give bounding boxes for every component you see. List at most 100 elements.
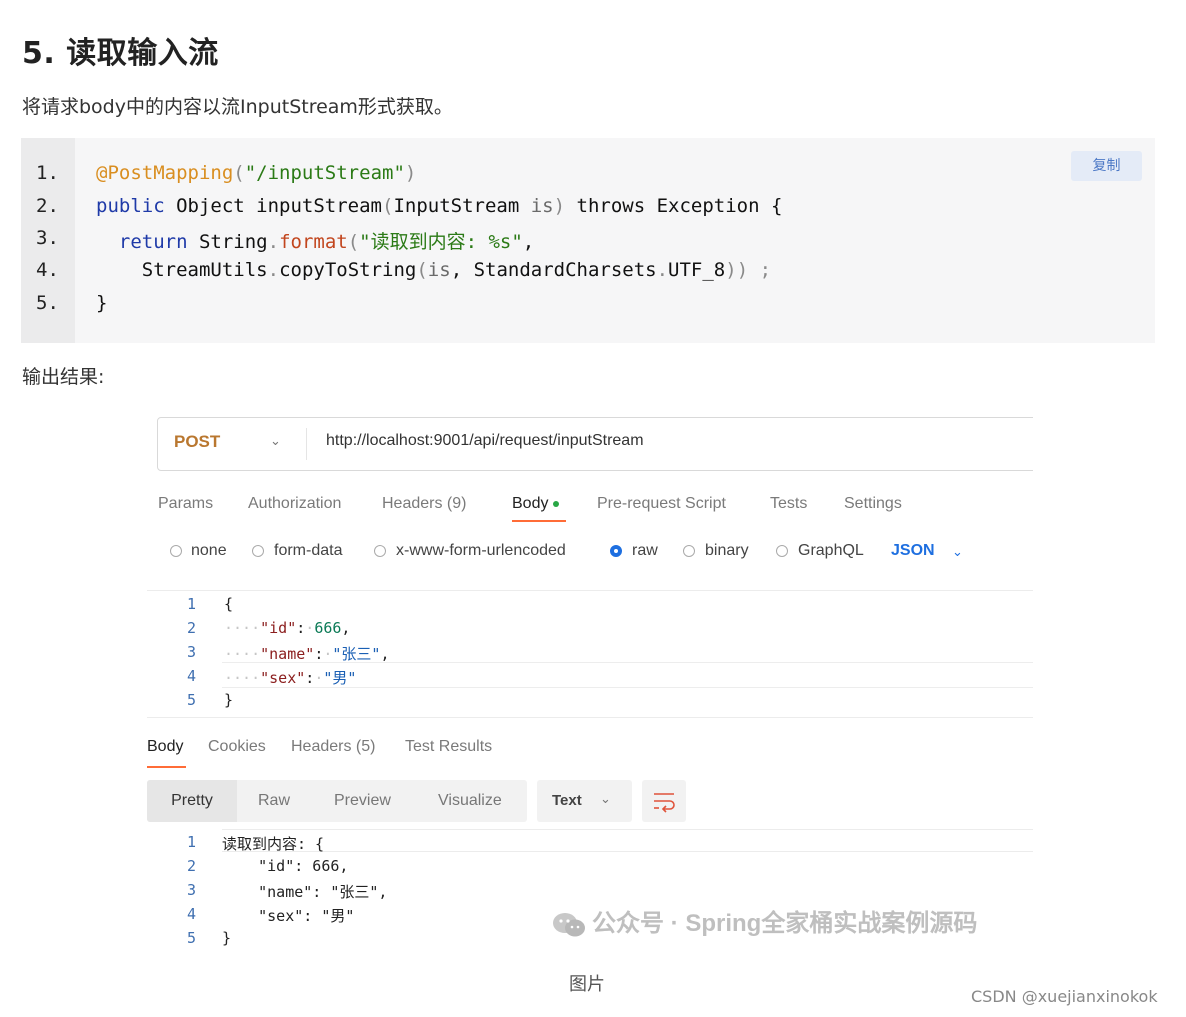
view-pretty-button[interactable]: Pretty [147,780,237,822]
wrap-lines-icon [654,793,675,813]
request-body-editor[interactable]: 1 2 3 4 5 { ····"id":·666, ····"name":·"… [147,590,1033,718]
response-line: 读取到内容: { [222,835,325,853]
radio-label: GraphQL [798,542,864,559]
code-line: public Object inputStream(InputStream is… [96,195,782,217]
response-line: "id": 666, [222,857,349,875]
http-method-select[interactable]: POST [174,432,220,452]
radio-raw[interactable] [610,545,622,557]
divider [306,428,307,460]
code-text: Object inputStream [164,195,382,217]
radio-label: form-data [274,542,343,559]
code-param: is [427,259,451,281]
chevron-down-icon[interactable]: ⌄ [270,433,281,449]
radio-form-data[interactable] [252,545,264,557]
tab-body-label: Body [512,495,549,512]
editor-line-number: 4 [187,667,197,685]
json-value: 666 [314,619,342,637]
radio-label: binary [705,542,749,559]
radio-x-www-form-urlencoded[interactable] [374,545,386,557]
url-bar: POST ⌄ http://localhost:9001/api/request… [157,417,1033,471]
json-key: "id" [260,619,297,637]
response-line-number: 3 [187,881,197,899]
code-text: throws Exception { [565,195,783,217]
json-comma: , [380,645,390,663]
code-text: StreamUtils [141,259,268,281]
response-line: } [222,929,232,947]
radio-label: x-www-form-urlencoded [396,542,566,559]
radio-none[interactable] [170,545,182,557]
json-colon: : [296,619,306,637]
wrap-lines-button[interactable] [642,780,686,822]
json-key: "name" [260,645,315,663]
code-keyword: return [118,231,188,253]
code-punct: . [267,231,280,253]
chevron-down-icon[interactable]: ⌄ [952,544,963,560]
editor-line: { [224,595,233,613]
csdn-credit: CSDN @xuejianxinokok [971,987,1158,1006]
code-punct: ( [381,195,394,217]
json-comma: , [341,619,351,637]
tab-params[interactable]: Params [158,495,213,513]
editor-line: ····"name":·"张三", [224,645,390,663]
response-line-number: 5 [187,929,197,947]
code-annotation: @PostMapping [96,162,234,184]
code-punct: ) [404,162,417,184]
view-raw-button[interactable]: Raw [258,780,290,822]
response-tab-body[interactable]: Body [147,738,183,756]
tab-pre-request-script[interactable]: Pre-request Script [597,495,726,513]
code-param: is [530,195,554,217]
json-value: "张三" [332,645,381,663]
radio-binary[interactable] [683,545,695,557]
code-string: "/inputStream" [244,162,405,184]
code-text: UTF_8 [668,259,726,281]
response-line: "sex": "男" [222,907,355,925]
code-punct: ( [233,162,245,184]
code-line-number: 5. [36,292,59,314]
response-tab-cookies[interactable]: Cookies [208,738,266,756]
format-select[interactable]: JSON [891,542,935,560]
view-visualize-button[interactable]: Visualize [438,780,502,822]
wechat-icon [553,912,585,937]
json-colon: : [305,669,315,687]
url-input[interactable]: http://localhost:9001/api/request/inputS… [326,432,644,450]
radio-graphql[interactable] [776,545,788,557]
code-line-number: 3. [36,227,59,249]
tab-body[interactable]: Body [512,495,560,513]
tab-authorization[interactable]: Authorization [248,495,341,513]
code-punct: . [267,259,280,281]
code-line: @PostMapping("/inputStream") [96,162,416,184]
code-text: , StandardCharsets [450,259,657,281]
response-tab-test-results[interactable]: Test Results [405,738,492,756]
tab-tests[interactable]: Tests [770,495,807,513]
code-line: return String.format("读取到内容: %s", [96,227,534,254]
code-line: StreamUtils.copyToString(is, StandardCha… [96,259,771,281]
copy-button[interactable]: 复制 [1071,151,1142,181]
code-punct: )) ; [725,259,772,281]
editor-line: ····"sex":·"男" [224,669,357,687]
editor-line: } [224,691,233,709]
tab-headers[interactable]: Headers (9) [382,495,466,513]
json-key: "sex" [260,669,306,687]
view-preview-button[interactable]: Preview [334,780,391,822]
editor-line: ····"id":·666, [224,619,351,637]
chevron-down-icon: ⌄ [600,791,611,806]
code-keyword: public [96,195,165,217]
code-text: copyToString [279,259,417,281]
response-format-select[interactable]: Text ⌄ [537,780,632,822]
code-function: format [279,231,348,253]
code-string: "读取到内容: %s" [359,231,523,253]
code-punct: . [656,259,669,281]
code-punct: , [522,231,535,253]
code-line-number: 4. [36,259,59,281]
response-tab-headers[interactable]: Headers (5) [291,738,375,756]
response-line-number: 1 [187,833,197,851]
section-heading: 5. 读取输入流 [22,36,219,71]
json-brace: } [224,691,234,709]
editor-line-number: 3 [187,643,197,661]
radio-label: raw [632,542,658,559]
response-line-divider [222,829,1033,850]
json-value: "男" [323,669,357,687]
section-description: 将请求body中的内容以流InputStream形式获取。 [22,96,453,118]
code-text: } [96,292,108,314]
tab-settings[interactable]: Settings [844,495,902,513]
